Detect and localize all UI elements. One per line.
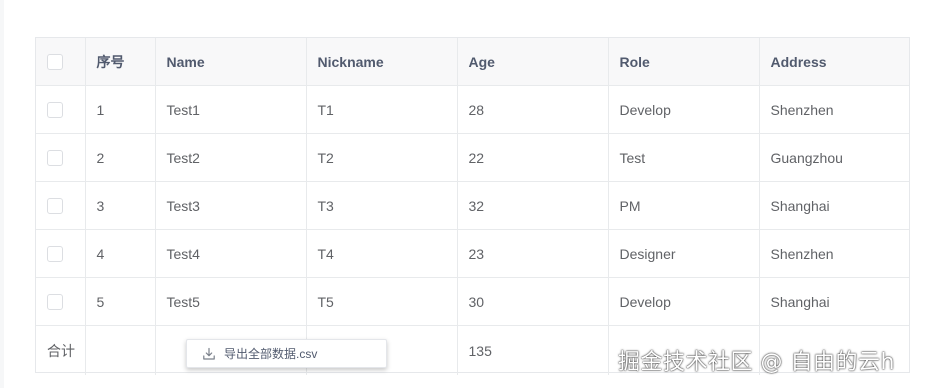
export-all-csv-label: 导出全部数据.csv	[224, 347, 318, 361]
cell-index: 2	[85, 133, 156, 182]
cell-role: Test	[608, 133, 760, 182]
watermark: 掘金技术社区 @ 自由的云h	[618, 350, 895, 375]
cell-age: 23	[457, 229, 609, 278]
select-all-cell[interactable]	[36, 38, 86, 86]
row-checkbox[interactable]	[47, 246, 63, 263]
cell-role: Develop	[608, 277, 760, 326]
cell-index: 1	[85, 85, 156, 134]
cell-index: 4	[85, 229, 156, 278]
cell-age: 28	[457, 85, 609, 134]
select-all-checkbox[interactable]	[47, 54, 63, 71]
table-grid: 序号 Name Nickname Age Role Address 1 Test…	[36, 38, 909, 375]
table-row[interactable]: 3 Test3 T3 32 PM Shanghai	[36, 181, 909, 230]
row-select-cell[interactable]	[36, 85, 86, 134]
cell-address: Guangzhou	[759, 133, 909, 182]
row-checkbox[interactable]	[47, 198, 63, 215]
cell-age: 32	[457, 181, 609, 230]
row-checkbox[interactable]	[47, 294, 63, 311]
download-icon	[202, 347, 216, 361]
cell-name: Test3	[155, 181, 307, 230]
cell-nickname: T4	[306, 229, 458, 278]
row-checkbox[interactable]	[47, 150, 63, 167]
cell-nickname: T3	[306, 181, 458, 230]
export-all-csv-menu-item[interactable]: 导出全部数据.csv	[186, 339, 387, 368]
row-checkbox[interactable]	[47, 102, 63, 119]
cell-address: Shanghai	[759, 277, 909, 326]
cell-nickname: T2	[306, 133, 458, 182]
table-row[interactable]: 2 Test2 T2 22 Test Guangzhou	[36, 133, 909, 182]
table-header-row: 序号 Name Nickname Age Role Address	[36, 38, 909, 86]
column-header-address[interactable]: Address	[759, 38, 909, 86]
cell-index: 5	[85, 277, 156, 326]
page: 序号 Name Nickname Age Role Address 1 Test…	[0, 0, 934, 388]
cell-role: Designer	[608, 229, 760, 278]
cell-name: Test5	[155, 277, 307, 326]
row-select-cell[interactable]	[36, 133, 86, 182]
summary-age-total: 135	[457, 325, 609, 375]
cell-name: Test1	[155, 85, 307, 134]
cell-name: Test2	[155, 133, 307, 182]
table-row[interactable]: 5 Test5 T5 30 Develop Shanghai	[36, 277, 909, 326]
column-header-index[interactable]: 序号	[85, 38, 156, 86]
summary-cell-index	[85, 325, 156, 375]
cell-role: Develop	[608, 85, 760, 134]
cell-address: Shanghai	[759, 181, 909, 230]
cell-address: Shenzhen	[759, 85, 909, 134]
column-header-nickname[interactable]: Nickname	[306, 38, 458, 86]
table-row[interactable]: 4 Test4 T4 23 Designer Shenzhen	[36, 229, 909, 278]
row-select-cell[interactable]	[36, 229, 86, 278]
cell-address: Shenzhen	[759, 229, 909, 278]
cell-nickname: T5	[306, 277, 458, 326]
row-select-cell[interactable]	[36, 277, 86, 326]
column-header-role[interactable]: Role	[608, 38, 760, 86]
data-table: 序号 Name Nickname Age Role Address 1 Test…	[35, 37, 910, 375]
cell-role: PM	[608, 181, 760, 230]
cell-index: 3	[85, 181, 156, 230]
table-row[interactable]: 1 Test1 T1 28 Develop Shenzhen	[36, 85, 909, 134]
cell-name: Test4	[155, 229, 307, 278]
column-header-name[interactable]: Name	[155, 38, 307, 86]
left-divider	[0, 0, 4, 388]
cell-age: 30	[457, 277, 609, 326]
cell-age: 22	[457, 133, 609, 182]
summary-label: 合计	[36, 325, 86, 375]
cell-nickname: T1	[306, 85, 458, 134]
row-select-cell[interactable]	[36, 181, 86, 230]
column-header-age[interactable]: Age	[457, 38, 609, 86]
